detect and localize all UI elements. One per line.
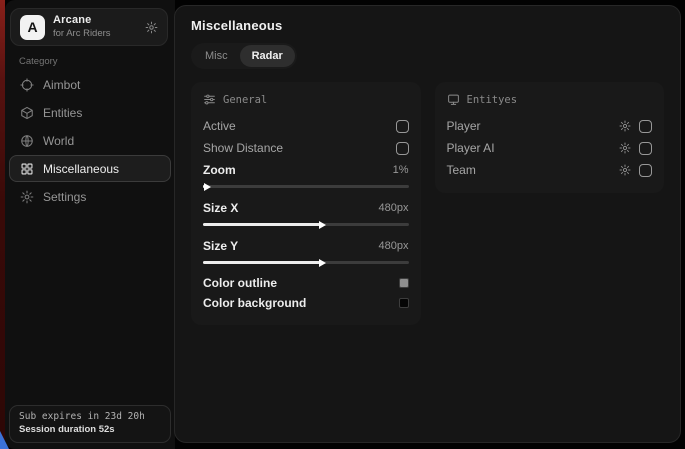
slider-row-size-y: Size Y 480px bbox=[203, 235, 409, 257]
entities-card-title: Entityes bbox=[467, 94, 518, 106]
app-header-card: A Arcane for Arc Riders bbox=[10, 8, 168, 46]
slider-label: Zoom bbox=[203, 163, 236, 177]
toggle-label: Active bbox=[203, 119, 236, 133]
toggle-row-active: Active bbox=[203, 115, 409, 137]
player-ai-settings-gear-icon[interactable] bbox=[619, 142, 631, 154]
main-panel: Miscellaneous Misc Radar General Active bbox=[174, 5, 681, 443]
slider-fill bbox=[203, 185, 205, 188]
app-subtitle: for Arc Riders bbox=[53, 28, 111, 40]
slider-label: Size Y bbox=[203, 239, 238, 253]
entity-row-player-ai: Player AI bbox=[447, 137, 653, 159]
toggle-row-show-distance: Show Distance bbox=[203, 137, 409, 159]
color-label: Color background bbox=[203, 296, 306, 310]
tab-misc[interactable]: Misc bbox=[193, 45, 240, 67]
sidebar-nav: Aimbot Entities World bbox=[9, 71, 171, 211]
page-title: Miscellaneous bbox=[191, 18, 664, 33]
tab-radar[interactable]: Radar bbox=[240, 45, 295, 67]
entity-label: Player AI bbox=[447, 141, 495, 155]
entities-card-header: Entityes bbox=[447, 93, 653, 106]
slider-value: 480px bbox=[379, 202, 409, 214]
sliders-icon bbox=[203, 93, 216, 106]
color-label: Color outline bbox=[203, 276, 277, 290]
player-ai-checkbox[interactable] bbox=[639, 142, 652, 155]
sidebar-item-settings[interactable]: Settings bbox=[9, 183, 171, 210]
entity-controls bbox=[619, 164, 652, 177]
color-row-outline: Color outline bbox=[203, 273, 409, 293]
size-y-slider[interactable] bbox=[203, 261, 409, 264]
gear-icon bbox=[20, 190, 34, 204]
slider-label: Size X bbox=[203, 201, 238, 215]
sidebar: A Arcane for Arc Riders Category Aimbot bbox=[5, 0, 175, 449]
zoom-slider[interactable] bbox=[203, 185, 409, 188]
entity-row-player: Player bbox=[447, 115, 653, 137]
grid-icon bbox=[20, 162, 34, 176]
sidebar-item-label: Miscellaneous bbox=[43, 162, 119, 176]
slider-thumb[interactable] bbox=[319, 221, 326, 229]
mouse-cursor bbox=[0, 431, 9, 449]
globe-icon bbox=[20, 134, 34, 148]
slider-fill bbox=[203, 223, 320, 226]
color-row-background: Color background bbox=[203, 293, 409, 313]
app-title-block: Arcane for Arc Riders bbox=[53, 14, 111, 40]
tab-bar: Misc Radar bbox=[191, 43, 297, 69]
general-card-header: General bbox=[203, 93, 409, 106]
player-settings-gear-icon[interactable] bbox=[619, 120, 631, 132]
sidebar-item-miscellaneous[interactable]: Miscellaneous bbox=[9, 155, 171, 182]
active-checkbox[interactable] bbox=[396, 120, 409, 133]
slider-row-size-x: Size X 480px bbox=[203, 197, 409, 219]
crosshair-icon bbox=[20, 78, 34, 92]
show-distance-checkbox[interactable] bbox=[396, 142, 409, 155]
general-card: General Active Show Distance Zoom 1% Si bbox=[191, 82, 421, 325]
color-outline-swatch[interactable] bbox=[399, 278, 409, 288]
sidebar-item-label: World bbox=[43, 134, 74, 148]
entities-card: Entityes Player Player AI bbox=[435, 82, 665, 193]
slider-row-zoom: Zoom 1% bbox=[203, 159, 409, 181]
color-background-swatch[interactable] bbox=[399, 298, 409, 308]
entity-row-team: Team bbox=[447, 159, 653, 181]
app-name: Arcane bbox=[53, 14, 111, 28]
team-checkbox[interactable] bbox=[639, 164, 652, 177]
sidebar-item-label: Settings bbox=[43, 190, 86, 204]
player-checkbox[interactable] bbox=[639, 120, 652, 133]
cards-row: General Active Show Distance Zoom 1% Si bbox=[191, 82, 664, 325]
cube-icon bbox=[20, 106, 34, 120]
entity-label: Team bbox=[447, 163, 476, 177]
slider-fill bbox=[203, 261, 320, 264]
subscription-info-card: Sub expires in 23d 20h Session duration … bbox=[9, 405, 171, 443]
sub-expires-text: Sub expires in 23d 20h bbox=[19, 411, 161, 422]
app-logo: A bbox=[20, 15, 45, 40]
session-duration-text: Session duration 52s bbox=[19, 424, 161, 435]
slider-thumb[interactable] bbox=[319, 259, 326, 267]
slider-value: 1% bbox=[393, 164, 409, 176]
size-x-slider[interactable] bbox=[203, 223, 409, 226]
header-gear-icon[interactable] bbox=[145, 21, 158, 34]
sidebar-item-aimbot[interactable]: Aimbot bbox=[9, 71, 171, 98]
entity-controls bbox=[619, 120, 652, 133]
sidebar-item-entities[interactable]: Entities bbox=[9, 99, 171, 126]
team-settings-gear-icon[interactable] bbox=[619, 164, 631, 176]
sidebar-item-label: Entities bbox=[43, 106, 82, 120]
sidebar-item-world[interactable]: World bbox=[9, 127, 171, 154]
general-card-title: General bbox=[223, 94, 267, 106]
entity-label: Player bbox=[447, 119, 481, 133]
toggle-label: Show Distance bbox=[203, 141, 283, 155]
monitor-icon bbox=[447, 93, 460, 106]
category-label: Category bbox=[19, 56, 58, 67]
sidebar-item-label: Aimbot bbox=[43, 78, 80, 92]
slider-thumb[interactable] bbox=[204, 183, 211, 191]
slider-value: 480px bbox=[379, 240, 409, 252]
entity-controls bbox=[619, 142, 652, 155]
